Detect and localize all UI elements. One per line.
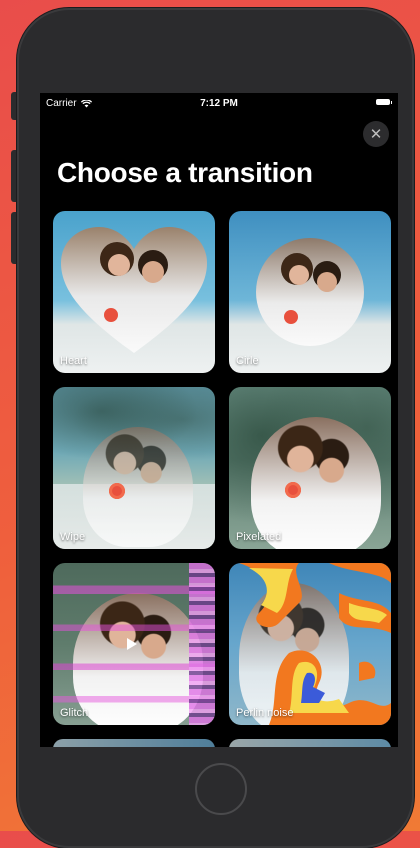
glitch-strip [189,563,215,725]
close-button[interactable]: ✕ [363,121,389,147]
card-label: Heart [60,355,87,367]
transition-card-partial-1[interactable] [53,739,215,747]
screen: Carrier 7:12 PM ✕ Choose a transition He… [40,93,398,747]
couple-photo [83,427,193,547]
transition-card-glitch[interactable]: Glitch [53,563,215,725]
transition-card-wipe[interactable]: Wipe [53,387,215,549]
transition-card-perlin-noise[interactable]: Perlin noise [229,563,391,725]
card-label: Wipe [60,531,86,543]
card-label: Cirle [236,355,259,367]
couple-photo [251,417,381,549]
home-button[interactable] [195,763,247,815]
perlin-noise-overlay [239,563,391,725]
card-label: Glitch [60,707,89,719]
card-label: Pixelated [236,531,282,543]
battery-icon [376,99,392,105]
status-bar: Carrier 7:12 PM [40,93,398,113]
card-label: Perlin noise [236,707,294,719]
flower [109,483,125,499]
heart-shape-photo [61,227,207,353]
circle-shape-photo [256,238,364,346]
transition-card-partial-2[interactable] [229,739,391,747]
close-icon: ✕ [369,126,383,143]
page-title: Choose a transition [57,157,313,188]
transition-card-circle[interactable]: Cirle [229,211,391,373]
status-time: 7:12 PM [200,98,238,109]
transition-card-pixelated[interactable]: Pixelated [229,387,391,549]
play-icon [127,638,137,650]
flower [285,482,301,498]
transition-card-heart[interactable]: Heart [53,211,215,373]
